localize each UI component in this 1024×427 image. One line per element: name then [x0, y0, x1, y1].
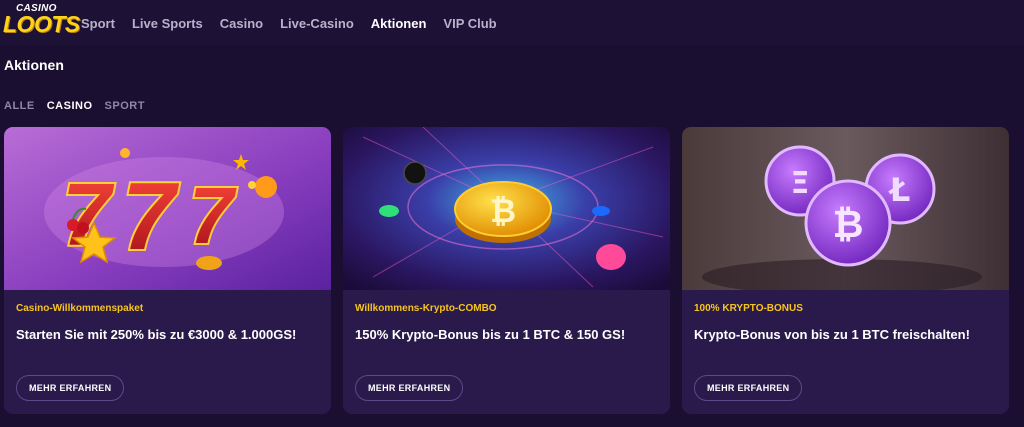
bitcoin-symbol: ₿: [833, 202, 864, 246]
nav-vip-club[interactable]: VIP Club: [443, 16, 496, 31]
promotion-card-crypto-combo[interactable]: ₿ Willkommens-Krypto-COMBO 150% Krypto-B…: [343, 127, 670, 414]
promotion-image-bitcoin-burst: ₿: [343, 127, 670, 290]
logo-big-text: LOOTS: [3, 11, 80, 37]
nav-live-sports[interactable]: Live Sports: [132, 16, 203, 31]
mehr-erfahren-button[interactable]: MEHR ERFAHREN: [16, 375, 125, 401]
casino-loots-logo[interactable]: CASINO LOOTS: [2, 2, 80, 42]
seven-digit-2: 7: [122, 163, 180, 270]
filter-tab-sport[interactable]: SPORT: [105, 100, 145, 112]
promotion-headline: Starten Sie mit 250% bis zu €3000 & 1.00…: [16, 327, 297, 342]
promotion-card-crypto-bonus[interactable]: Ξ Ł ₿ 100% KRYPTO-BONUS Krypto-Bonus von…: [682, 127, 1009, 414]
mehr-erfahren-button[interactable]: MEHR ERFAHREN: [355, 375, 464, 401]
filter-tab-alle[interactable]: ALLE: [4, 100, 35, 112]
promotion-tag: 100% KRYPTO-BONUS: [694, 303, 803, 314]
page-title: Aktionen: [4, 57, 64, 73]
ethereum-symbol: Ξ: [791, 166, 810, 201]
bitcoin-symbol: ₿: [490, 193, 516, 229]
nav-aktionen[interactable]: Aktionen: [371, 16, 427, 31]
top-navigation-bar: CASINO LOOTS Sport Live Sports Casino Li…: [0, 0, 1024, 46]
nav-live-casino[interactable]: Live-Casino: [280, 16, 354, 31]
promotion-image-777-slots: 7 7 7: [4, 127, 331, 290]
promotion-headline: 150% Krypto-Bonus bis zu 1 BTC & 150 GS!: [355, 327, 626, 342]
mehr-erfahren-button[interactable]: MEHR ERFAHREN: [694, 375, 803, 401]
promotion-headline: Krypto-Bonus von bis zu 1 BTC freischalt…: [694, 327, 970, 342]
promotion-filter-tabs: ALLE CASINO SPORT: [4, 100, 157, 112]
main-nav: Sport Live Sports Casino Live-Casino Akt…: [81, 0, 514, 46]
filter-tab-casino[interactable]: CASINO: [47, 100, 93, 112]
promotion-tag: Casino-Willkommenspaket: [16, 303, 144, 314]
litecoin-symbol: Ł: [888, 171, 911, 209]
promotion-card-casino-welcome[interactable]: 7 7 7 Casino-Willkommenspaket Starten Si…: [4, 127, 331, 414]
promotion-tag: Willkommens-Krypto-COMBO: [355, 303, 497, 314]
promotion-image-crypto-coins: Ξ Ł ₿: [682, 127, 1009, 290]
seven-digit-3: 7: [189, 171, 237, 260]
nav-sport[interactable]: Sport: [81, 16, 115, 31]
nav-casino[interactable]: Casino: [220, 16, 263, 31]
